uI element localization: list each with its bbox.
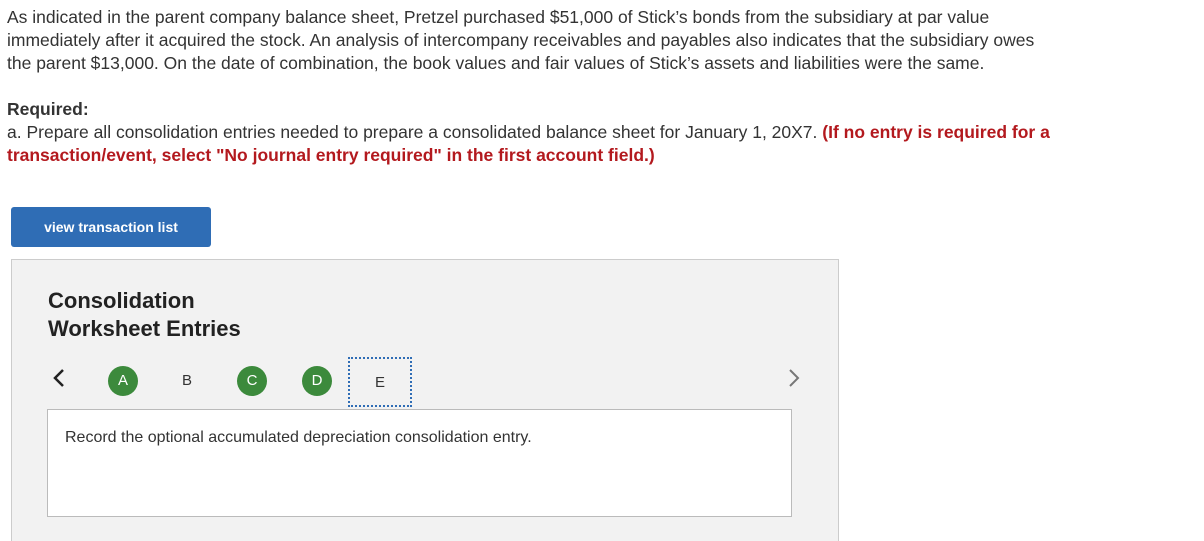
required-heading: Required:: [7, 99, 89, 119]
chevron-left-icon: [53, 369, 64, 387]
panel-title-line-1: Consolidation: [48, 288, 195, 313]
intro-line-3: the parent $13,000. On the date of combi…: [7, 53, 985, 73]
intro-line-1: As indicated in the parent company balan…: [7, 7, 990, 27]
entry-instruction-text: Record the optional accumulated deprecia…: [65, 429, 532, 446]
intro-line-2: immediately after it acquired the stock.…: [7, 30, 1035, 50]
view-transaction-list-button[interactable]: view transaction list: [11, 207, 211, 247]
previous-entry-button[interactable]: [48, 366, 70, 390]
required-task-text: a. Prepare all consolidation entries nee…: [7, 122, 818, 142]
step-c-tab[interactable]: C: [237, 366, 267, 396]
worksheet-entries-panel: Consolidation Worksheet Entries A B C D …: [11, 259, 839, 541]
question-page: As indicated in the parent company balan…: [0, 0, 1204, 541]
panel-title: Consolidation Worksheet Entries: [48, 287, 348, 343]
step-d-tab[interactable]: D: [302, 366, 332, 396]
step-e-tab[interactable]: E: [348, 357, 412, 407]
panel-title-line-2: Worksheet Entries: [48, 316, 241, 341]
required-instruction: a. Prepare all consolidation entries nee…: [7, 121, 1187, 167]
step-b-tab[interactable]: B: [172, 366, 202, 396]
step-a-tab[interactable]: A: [108, 366, 138, 396]
problem-intro: As indicated in the parent company balan…: [7, 6, 1187, 75]
chevron-right-icon: [789, 369, 800, 387]
next-entry-button[interactable]: [783, 366, 805, 390]
entry-instruction-box: Record the optional accumulated deprecia…: [47, 409, 792, 517]
